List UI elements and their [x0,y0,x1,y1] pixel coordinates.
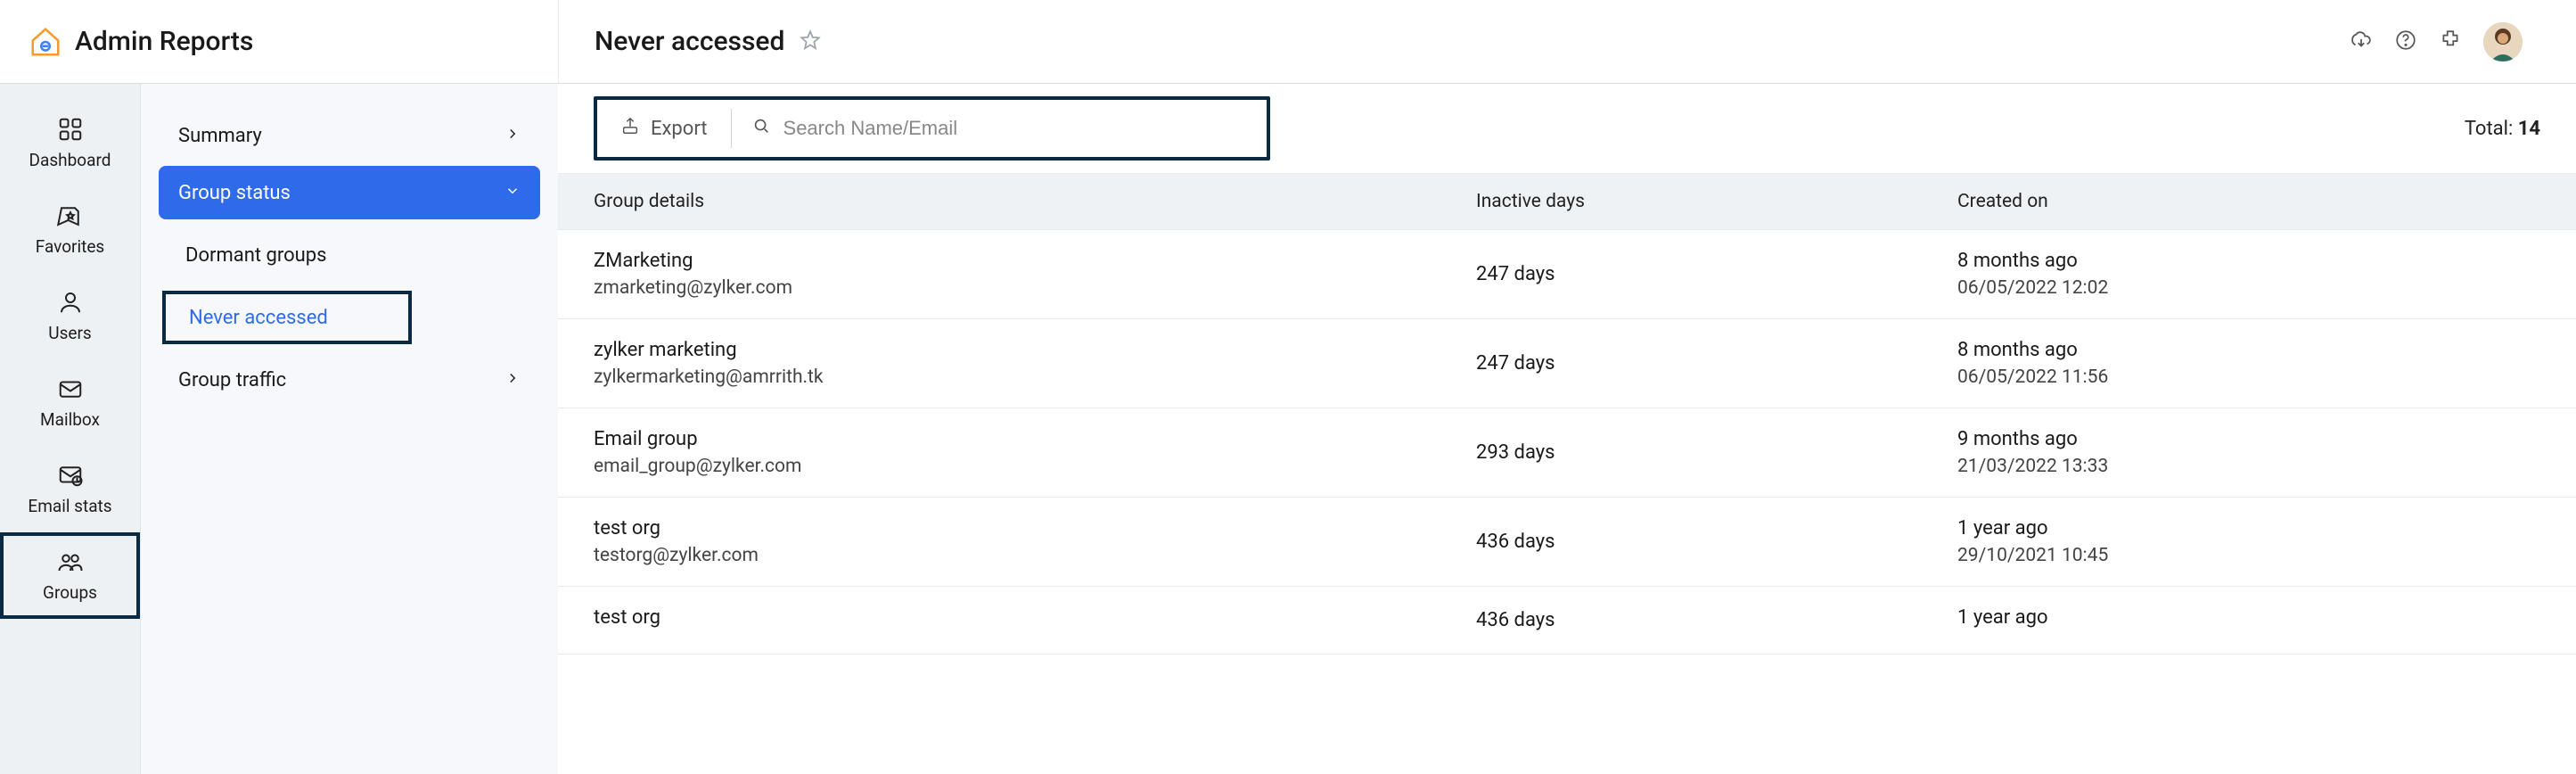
cell-inactive-days: 436 days [1476,609,1957,631]
subnav-group-status[interactable]: Group status [159,166,540,219]
toolbar: Export Total: 14 [558,84,2576,173]
cell-group-details: test org testorg@zylker.com [594,517,1476,566]
main-pane: Export Total: 14 Group details I [558,84,2576,774]
group-name: test org [594,606,1476,629]
subnav-group-traffic[interactable]: Group traffic [159,353,540,407]
user-avatar[interactable] [2483,22,2523,62]
cell-group-details: Email group email_group@zylker.com [594,428,1476,477]
group-name: ZMarketing [594,250,1476,272]
table-row[interactable]: Email group email_group@zylker.com 293 d… [558,408,2576,498]
nav-item-email-stats[interactable]: Email stats [0,446,140,532]
nav-item-favorites[interactable]: Favorites [0,186,140,273]
column-header-inactive-days[interactable]: Inactive days [1476,191,1957,212]
cell-group-details: zylker marketing zylkermarketing@amrrith… [594,339,1476,388]
chevron-right-icon [505,369,521,391]
nav-item-dashboard[interactable]: Dashboard [0,100,140,186]
subnav-label: Group status [178,182,291,204]
search-input[interactable] [783,117,1247,140]
table-row[interactable]: test org 436 days 1 year ago [558,587,2576,655]
subnav-dormant-groups[interactable]: Dormant groups [159,228,540,282]
nav-item-mailbox[interactable]: Mailbox [0,359,140,446]
nav-label: Users [48,323,91,343]
group-name: test org [594,517,1476,539]
nav-label: Email stats [28,496,111,516]
created-date: 29/10/2021 10:45 [1957,545,2540,566]
nav-rail: Dashboard Favorites Users Mailbox Email … [0,84,141,774]
download-icon[interactable] [2350,29,2373,55]
table-body: ZMarketing zmarketing@zylker.com 247 day… [558,230,2576,655]
cell-group-details: ZMarketing zmarketing@zylker.com [594,250,1476,299]
page-title-area: Never accessed [558,0,2576,83]
search-icon [751,116,771,141]
cell-inactive-days: 436 days [1476,531,1957,553]
results-table: Group details Inactive days Created on Z… [558,173,2576,774]
created-relative: 8 months ago [1957,250,2540,272]
nav-label: Favorites [36,236,104,257]
cell-group-details: test org [594,606,1476,634]
table-row[interactable]: ZMarketing zmarketing@zylker.com 247 day… [558,230,2576,319]
subnav-panel: Summary Group status Dormant groups Neve… [141,84,558,774]
group-name: Email group [594,428,1476,450]
created-date: 06/05/2022 11:56 [1957,366,2540,388]
subnav-label: Group traffic [178,369,286,391]
brand-title: Admin Reports [75,26,253,57]
app-header: Admin Reports Never accessed [0,0,2576,84]
column-header-created-on[interactable]: Created on [1957,191,2540,212]
cell-created-on: 1 year ago 29/10/2021 10:45 [1957,517,2540,566]
total-value: 14 [2518,118,2540,140]
created-relative: 1 year ago [1957,517,2540,539]
subnav-label: Never accessed [189,307,328,329]
total-count: Total: 14 [2465,118,2540,140]
header-actions [2350,22,2549,62]
brand-area: Admin Reports [0,25,558,59]
cell-inactive-days: 293 days [1476,441,1957,464]
subnav-never-accessed[interactable]: Never accessed [162,291,412,344]
help-icon[interactable] [2394,29,2417,55]
export-icon [620,116,640,141]
cell-created-on: 9 months ago 21/03/2022 13:33 [1957,428,2540,477]
cell-inactive-days: 247 days [1476,352,1957,375]
page-title: Never accessed [595,26,784,57]
nav-label: Dashboard [29,150,111,170]
favorite-star-icon[interactable] [799,29,822,55]
subnav-summary[interactable]: Summary [159,109,540,162]
toolbar-highlighted-box: Export [594,96,1270,161]
cell-created-on: 8 months ago 06/05/2022 12:02 [1957,250,2540,299]
group-email: testorg@zylker.com [594,545,1476,566]
search-container [732,116,1267,141]
subnav-label: Summary [178,125,262,147]
cell-created-on: 1 year ago [1957,606,2540,634]
table-row[interactable]: zylker marketing zylkermarketing@amrrith… [558,319,2576,408]
chevron-down-icon [505,182,521,204]
created-date: 06/05/2022 12:02 [1957,277,2540,299]
table-header-row: Group details Inactive days Created on [558,173,2576,230]
export-label: Export [651,118,708,140]
group-email: zylkermarketing@amrrith.tk [594,366,1476,388]
nav-item-users[interactable]: Users [0,273,140,359]
created-relative: 1 year ago [1957,606,2540,629]
column-header-group-details[interactable]: Group details [594,191,1476,212]
total-prefix: Total: [2465,118,2518,140]
created-relative: 8 months ago [1957,339,2540,361]
subnav-label: Dormant groups [185,244,326,267]
created-date: 21/03/2022 13:33 [1957,456,2540,477]
chevron-right-icon [505,125,521,147]
table-row[interactable]: test org testorg@zylker.com 436 days 1 y… [558,498,2576,587]
extension-icon[interactable] [2439,29,2462,55]
group-email: zmarketing@zylker.com [594,277,1476,299]
group-name: zylker marketing [594,339,1476,361]
nav-item-groups[interactable]: Groups [0,532,140,619]
created-relative: 9 months ago [1957,428,2540,450]
group-email: email_group@zylker.com [594,456,1476,477]
export-button[interactable]: Export [597,109,732,148]
nav-label: Groups [43,582,97,603]
nav-label: Mailbox [40,409,100,430]
cell-inactive-days: 247 days [1476,263,1957,285]
cell-created-on: 8 months ago 06/05/2022 11:56 [1957,339,2540,388]
brand-logo-icon [29,25,62,59]
